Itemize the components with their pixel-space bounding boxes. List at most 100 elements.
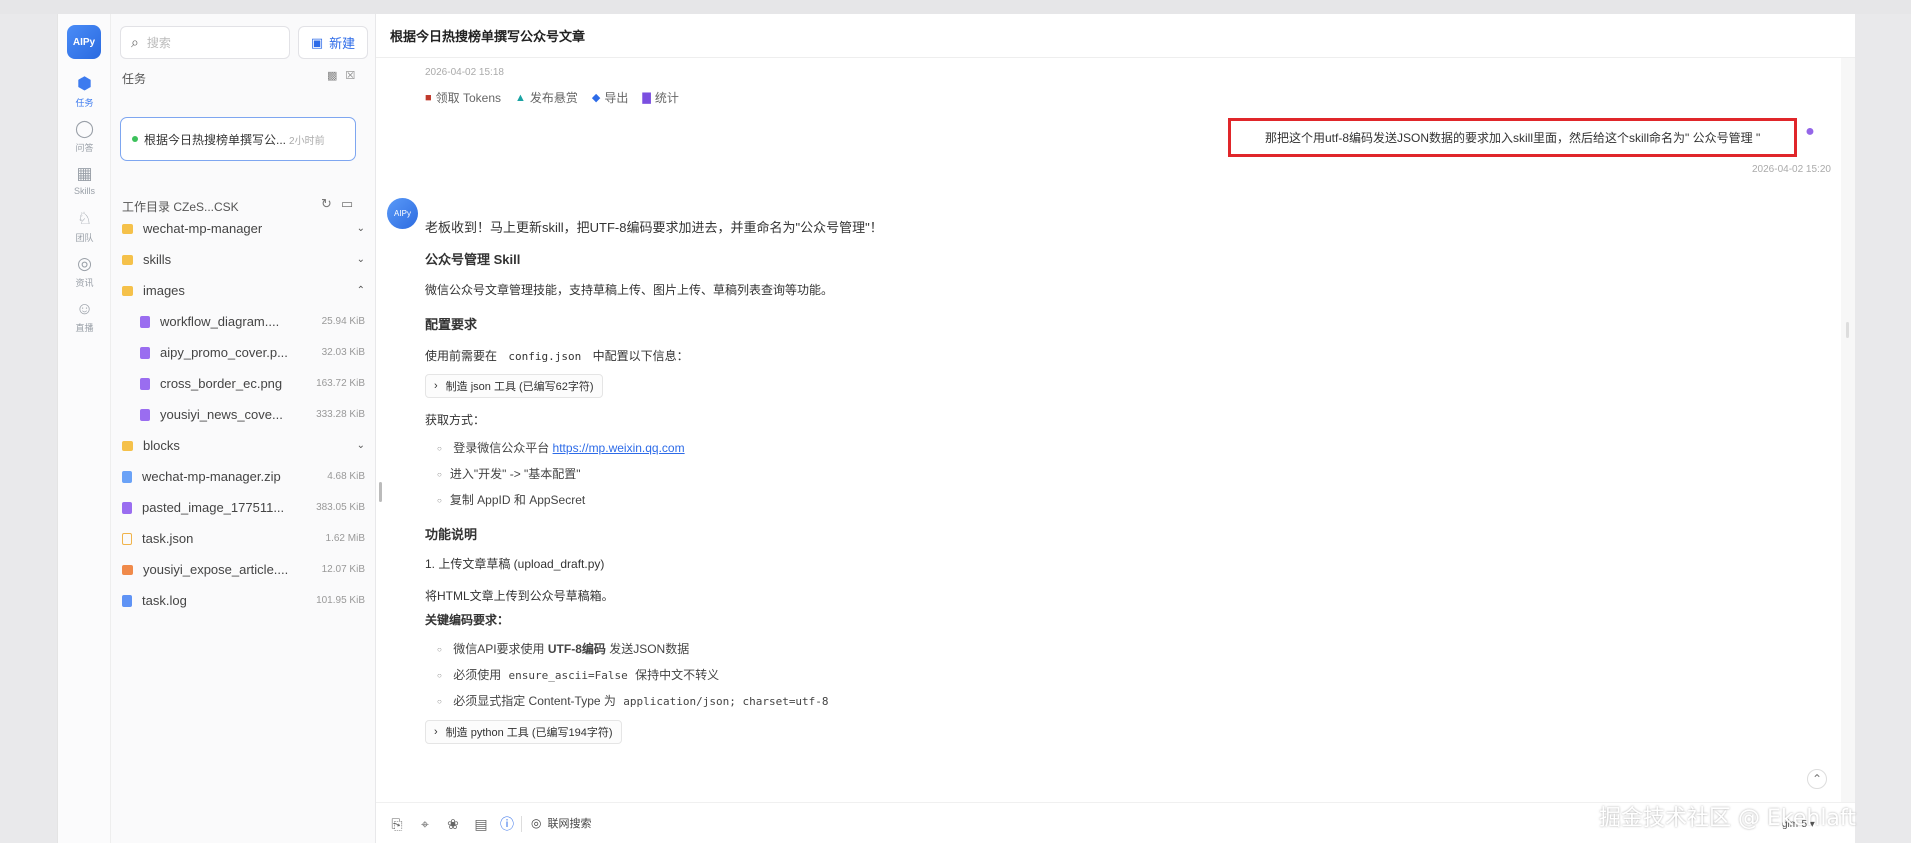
rail-item-live[interactable]: ☺ 直播 xyxy=(58,299,111,334)
rail-label-skills: Skills xyxy=(73,186,95,196)
chevron-right-icon: › xyxy=(434,380,438,392)
bullet-text: 必须使用 xyxy=(453,668,502,682)
file-item[interactable]: task.json 1.62 MiB xyxy=(111,523,376,554)
file-item[interactable]: pasted_image_177511... 383.05 KiB xyxy=(111,492,376,523)
bullet-text: 保持中文不转义 xyxy=(635,668,720,682)
status-dot xyxy=(132,136,138,142)
file-item[interactable]: cross_border_ec.png 163.72 KiB xyxy=(111,368,376,399)
rail-label-team: 团队 xyxy=(75,233,94,243)
attach-icon[interactable]: ⎘ xyxy=(388,815,406,833)
folder-open-icon[interactable]: ▭ xyxy=(341,196,362,211)
refresh-icon[interactable]: ↻ xyxy=(321,196,341,211)
file-name: wechat-mp-manager.zip xyxy=(142,469,281,484)
file-size: 383.05 KiB xyxy=(316,502,365,513)
heading-text: 公众号管理 Skill xyxy=(425,252,521,267)
new-task-button[interactable]: ▣ 新建 xyxy=(298,26,368,59)
config-text-post: 中配置以下信息： xyxy=(592,349,689,363)
scrollbar-thumb[interactable] xyxy=(1846,322,1849,338)
bot-avatar: AIPy xyxy=(387,198,418,229)
file-name: wechat-mp-manager xyxy=(143,221,263,236)
folder-icon xyxy=(122,223,133,234)
bot-config-line: 使用前需要在 config.json 中配置以下信息： xyxy=(425,347,689,364)
trash-icon[interactable]: ☒ xyxy=(345,70,363,82)
chevron-down-icon[interactable]: ⌄ xyxy=(357,254,365,265)
rail-item-skills[interactable]: ▦ Skills xyxy=(58,164,111,196)
bullet-content-type: 必须显式指定 Content-Type 为 application/json; … xyxy=(437,692,828,709)
bullet-login: 登录微信公众平台 https://mp.weixin.qq.com xyxy=(437,439,685,456)
bullet-ensure-ascii: 必须使用 ensure_ascii=False 保持中文不转义 xyxy=(437,666,719,683)
web-search-toggle[interactable]: ◎ 联网搜索 xyxy=(531,815,591,831)
plugin-icon[interactable]: ❀ xyxy=(444,815,462,833)
action-export[interactable]: ◆ 导出 xyxy=(592,89,628,106)
file-size: 32.03 KiB xyxy=(321,347,365,358)
tool-call-python[interactable]: › 制造 python 工具 (已编写194字符) xyxy=(425,720,622,744)
json-icon xyxy=(122,532,132,545)
app-logo[interactable]: AIPy xyxy=(67,25,101,59)
file-item[interactable]: yousiyi_expose_article.... 12.07 KiB xyxy=(111,554,376,585)
file-item[interactable]: wechat-mp-manager.zip 4.68 KiB xyxy=(111,461,376,492)
search-input[interactable]: 搜索 xyxy=(147,34,171,51)
folder-item[interactable]: wechat-mp-manager ⌄ xyxy=(111,213,376,244)
file-name: cross_border_ec.png xyxy=(160,376,283,391)
rail-label-tasks: 任务 xyxy=(75,98,94,108)
bullet-code: ensure_ascii=False xyxy=(508,669,628,682)
action-stats[interactable]: ▇ 统计 xyxy=(642,89,678,106)
rail-item-qa[interactable]: ◯ 问答 xyxy=(58,119,111,154)
info-icon[interactable]: ⓘ xyxy=(498,815,516,833)
chevron-down-icon[interactable]: ⌄ xyxy=(357,223,365,234)
file-item[interactable]: task.log 101.95 KiB xyxy=(111,585,376,616)
bot-get-way: 获取方式： xyxy=(425,413,486,427)
file-name: yousiyi_news_cove... xyxy=(160,407,283,422)
document-icon[interactable]: ▤ xyxy=(472,815,490,833)
chat-title: 根据今日热搜榜单撰写公众号文章 xyxy=(390,29,586,44)
tasks-section-actions: ▩☒ xyxy=(327,69,363,82)
action-label: 发布悬赏 xyxy=(529,91,578,105)
scrollbar-track[interactable] xyxy=(1841,58,1855,843)
folder-item[interactable]: images ⌃ xyxy=(111,275,376,306)
export-icon: ◆ xyxy=(591,92,601,104)
tool-call-json[interactable]: › 制造 json 工具 (已编写62字符) xyxy=(425,374,603,398)
log-icon xyxy=(122,594,132,607)
action-post-bounty[interactable]: ▲ 发布悬赏 xyxy=(515,89,578,106)
bot-func-1: 1. 上传文章草稿 (upload_draft.py) xyxy=(425,557,605,571)
zip-icon xyxy=(122,470,132,483)
bullet-utf8: 微信API要求使用 UTF-8编码 发送JSON数据 xyxy=(437,640,689,657)
bot-heading-skill: 公众号管理 Skill xyxy=(425,249,520,268)
side-panel: ⌕ 搜索 ▣ 新建 任务 ▩☒ 根据今日热搜榜单撰写公... 2小时前 工作目录… xyxy=(111,14,376,843)
gift-icon: ■ xyxy=(425,91,432,104)
mp-weixin-link[interactable]: https://mp.weixin.qq.com xyxy=(553,441,685,455)
file-item[interactable]: yousiyi_news_cove... 333.28 KiB xyxy=(111,399,376,430)
file-item[interactable]: aipy_promo_cover.p... 32.03 KiB xyxy=(111,337,376,368)
rocket-icon: ▲ xyxy=(515,91,526,104)
file-name: pasted_image_177511... xyxy=(142,500,285,515)
task-item-active[interactable]: 根据今日热搜榜单撰写公... 2小时前 xyxy=(120,117,356,161)
folder-item[interactable]: blocks ⌄ xyxy=(111,430,376,461)
file-name: skills xyxy=(143,252,172,267)
bot-heading-key: 关键编码要求： xyxy=(425,613,510,627)
task-title: 根据今日热搜榜单撰写公... xyxy=(144,132,287,147)
rail-item-team[interactable]: ♘ 团队 xyxy=(58,209,111,244)
rail-item-news[interactable]: ◎ 资讯 xyxy=(58,254,111,289)
location-icon[interactable]: ⌖ xyxy=(416,815,434,833)
file-name: blocks xyxy=(143,438,180,453)
resize-handle[interactable] xyxy=(379,482,382,502)
folder-item[interactable]: skills ⌄ xyxy=(111,244,376,275)
file-item[interactable]: workflow_diagram.... 25.94 KiB xyxy=(111,306,376,337)
action-label: 导出 xyxy=(604,91,629,105)
file-name: aipy_promo_cover.p... xyxy=(160,345,288,360)
grid-icon: ▦ xyxy=(76,164,93,183)
tool-call-label: 制造 json 工具 (已编写62字符) xyxy=(445,381,594,393)
rail-item-tasks[interactable]: ⬢ 任务 xyxy=(58,74,111,109)
scroll-top-button[interactable]: ⌃ xyxy=(1807,769,1827,789)
chevron-up-icon[interactable]: ⌃ xyxy=(357,285,365,296)
file-name: images xyxy=(143,283,185,298)
lock-icon[interactable]: ▩ xyxy=(327,70,345,82)
search-icon: ⌕ xyxy=(131,34,139,50)
action-claim-tokens[interactable]: ■ 领取 Tokens xyxy=(425,89,501,106)
chevron-down-icon[interactable]: ⌄ xyxy=(357,440,365,451)
file-size: 101.95 KiB xyxy=(316,595,365,606)
folder-icon xyxy=(122,440,133,451)
search-box[interactable]: ⌕ 搜索 xyxy=(120,26,290,59)
trophy-icon: ♘ xyxy=(76,209,93,228)
img-icon xyxy=(140,315,150,328)
